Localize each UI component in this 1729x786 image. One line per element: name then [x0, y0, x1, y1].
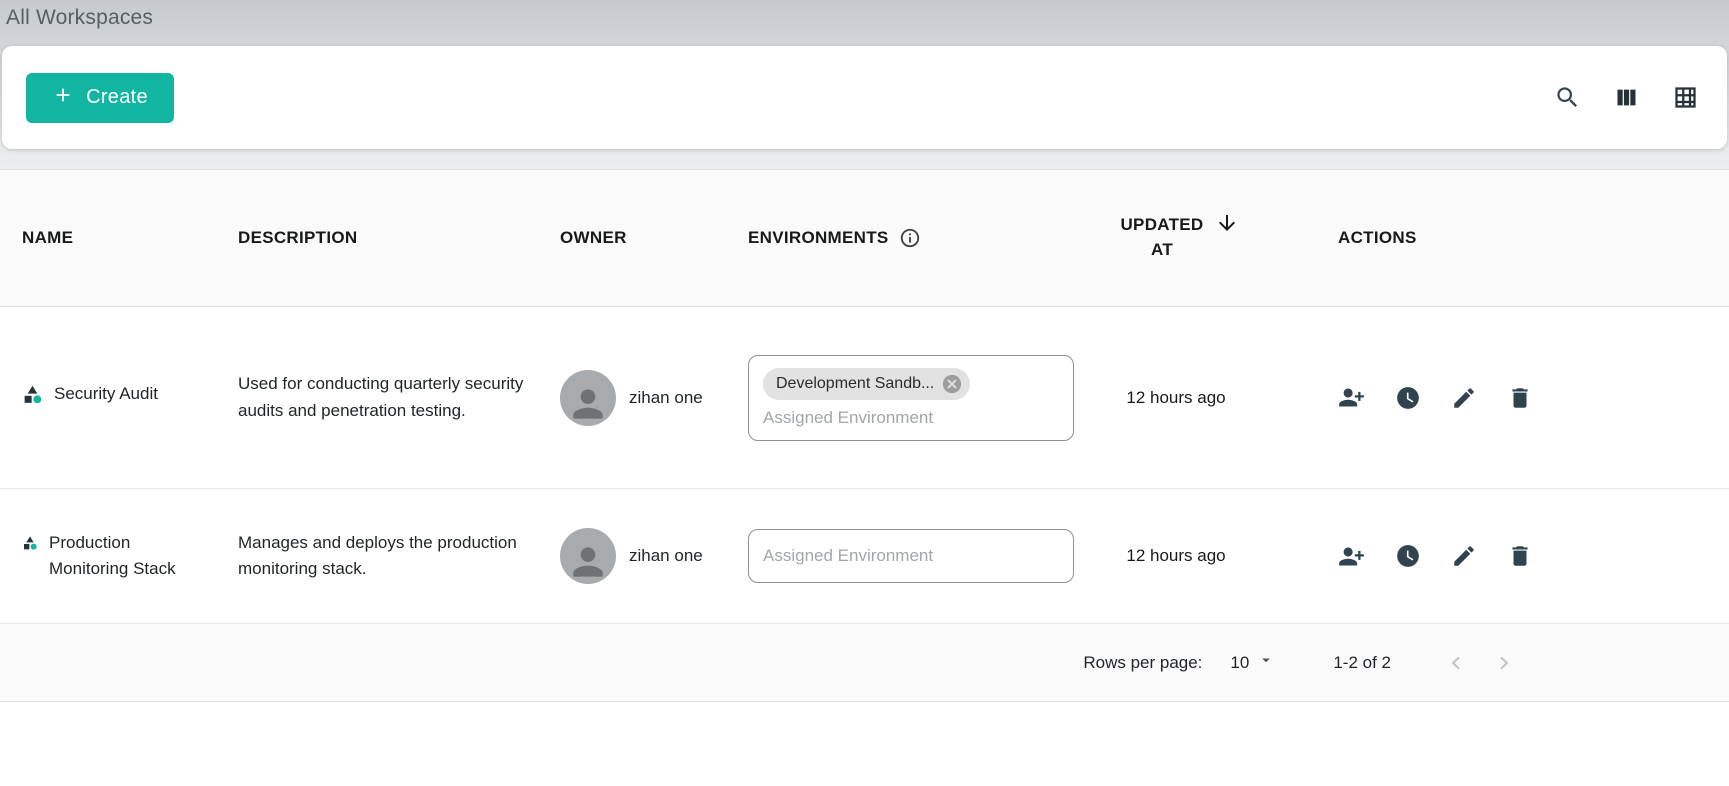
environment-chip-label: Development Sandb... — [776, 375, 934, 393]
person-add-icon[interactable] — [1338, 543, 1365, 570]
avatar — [560, 528, 616, 584]
owner-name: zihan one — [629, 388, 703, 408]
workspace-name-cell: Security Audit — [22, 381, 238, 413]
assigned-environment-field[interactable]: Development Sandb... — [748, 355, 1074, 441]
assigned-environment-field[interactable] — [748, 529, 1074, 583]
header-updated-at-label: UPDATED AT — [1113, 213, 1211, 262]
updated-at: 12 hours ago — [1090, 388, 1310, 408]
environments-cell: Development Sandb... — [748, 355, 1090, 441]
toolbar-icons — [1552, 82, 1701, 113]
table-row: Security Audit Used for conducting quart… — [0, 307, 1729, 489]
workspace-name: Production Monitoring Stack — [49, 530, 214, 583]
create-button-label: Create — [86, 86, 148, 109]
rows-per-page-select[interactable]: 10 — [1230, 651, 1275, 674]
workspace-name: Security Audit — [54, 381, 158, 407]
view-columns-icon[interactable] — [1611, 82, 1642, 113]
workspace-icon — [22, 384, 43, 413]
sort-desc-arrow-icon — [1215, 211, 1239, 240]
assigned-environment-input[interactable] — [763, 546, 1059, 566]
actions-cell — [1310, 384, 1729, 411]
history-icon[interactable] — [1395, 543, 1421, 569]
pagination-bar: Rows per page: 10 1-2 of 2 — [0, 624, 1729, 702]
chevron-down-icon — [1257, 651, 1275, 674]
history-icon[interactable] — [1395, 385, 1421, 411]
table-row: Production Monitoring Stack Manages and … — [0, 489, 1729, 624]
header-description: DESCRIPTION — [238, 228, 560, 248]
toolbar: Create — [2, 46, 1727, 149]
actions-cell — [1310, 543, 1729, 570]
person-add-icon[interactable] — [1338, 384, 1365, 411]
table-header-row: NAME DESCRIPTION OWNER ENVIRONMENTS UPDA… — [0, 170, 1729, 307]
edit-icon[interactable] — [1451, 543, 1477, 569]
header-owner: OWNER — [560, 228, 748, 248]
plus-icon — [52, 84, 74, 112]
search-icon[interactable] — [1552, 82, 1583, 113]
workspace-description: Used for conducting quarterly security a… — [238, 371, 560, 424]
next-page-icon[interactable] — [1491, 650, 1517, 676]
header-name: NAME — [22, 228, 238, 248]
owner-cell: zihan one — [560, 528, 748, 584]
create-button[interactable]: Create — [26, 73, 174, 123]
header-environments: ENVIRONMENTS — [748, 227, 1090, 249]
chip-remove-icon[interactable] — [941, 373, 963, 395]
bottom-filler — [0, 702, 1729, 775]
updated-at: 12 hours ago — [1090, 546, 1310, 566]
edit-icon[interactable] — [1451, 385, 1477, 411]
page-title: All Workspaces — [6, 6, 1729, 30]
environments-cell — [748, 529, 1090, 583]
header-updated-at[interactable]: UPDATED AT — [1090, 213, 1310, 262]
owner-name: zihan one — [629, 546, 703, 566]
header-environments-label: ENVIRONMENTS — [748, 228, 889, 248]
page-header: All Workspaces Create — [0, 0, 1729, 169]
header-actions: ACTIONS — [1310, 228, 1729, 248]
environment-chip[interactable]: Development Sandb... — [763, 368, 970, 400]
info-icon[interactable] — [899, 227, 921, 249]
grid-view-icon[interactable] — [1670, 82, 1701, 113]
delete-icon[interactable] — [1507, 385, 1533, 411]
workspace-icon — [22, 533, 38, 559]
workspace-description: Manages and deploys the production monit… — [238, 530, 560, 583]
workspace-name-cell: Production Monitoring Stack — [22, 530, 238, 583]
delete-icon[interactable] — [1507, 543, 1533, 569]
rows-per-page-label: Rows per page: — [1083, 653, 1202, 673]
owner-cell: zihan one — [560, 370, 748, 426]
assigned-environment-input[interactable] — [763, 408, 1059, 428]
previous-page-icon[interactable] — [1443, 650, 1469, 676]
avatar — [560, 370, 616, 426]
rows-per-page-value: 10 — [1230, 653, 1249, 673]
workspaces-table: NAME DESCRIPTION OWNER ENVIRONMENTS UPDA… — [0, 169, 1729, 702]
page-range-label: 1-2 of 2 — [1333, 653, 1391, 673]
